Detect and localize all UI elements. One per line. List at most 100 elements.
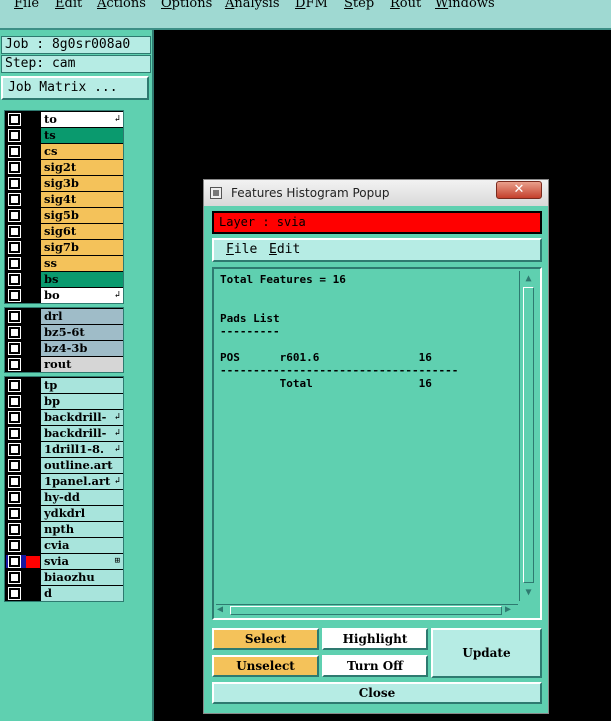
layer-row[interactable]: sig7b xyxy=(5,240,123,255)
layer-checkbox[interactable] xyxy=(8,145,21,158)
layer-checkbox[interactable] xyxy=(8,379,21,392)
turn-off-button[interactable]: Turn Off xyxy=(322,655,428,677)
layer-row[interactable]: rout xyxy=(5,357,123,372)
menu-actions[interactable]: Actions xyxy=(97,0,146,11)
layer-color-swatch[interactable] xyxy=(26,146,40,158)
layer-color-swatch[interactable] xyxy=(26,311,40,323)
layer-row[interactable]: drl xyxy=(5,309,123,324)
menu-analysis[interactable]: Analysis xyxy=(225,0,280,11)
layer-checkbox[interactable] xyxy=(8,310,21,323)
menu-edit[interactable]: Edit xyxy=(55,0,82,11)
layer-row[interactable]: tp xyxy=(5,378,123,393)
layer-color-swatch[interactable] xyxy=(26,476,40,488)
layer-color-swatch[interactable] xyxy=(26,572,40,584)
layer-name[interactable]: drl xyxy=(41,309,123,324)
layer-color-swatch[interactable] xyxy=(26,327,40,339)
layer-name[interactable]: tp xyxy=(41,378,123,393)
layer-checkbox[interactable] xyxy=(8,289,21,302)
layer-color-swatch[interactable] xyxy=(26,556,40,568)
popup-menu-edit[interactable]: Edit xyxy=(269,242,300,257)
layer-checkbox[interactable] xyxy=(8,523,21,536)
layer-name[interactable]: ss xyxy=(41,256,123,271)
layer-checkbox[interactable] xyxy=(8,443,21,456)
vertical-scroll-thumb[interactable] xyxy=(523,287,534,583)
layer-name[interactable]: bz4-3b xyxy=(41,341,123,356)
layer-checkbox[interactable] xyxy=(8,539,21,552)
layer-color-swatch[interactable] xyxy=(26,290,40,302)
layer-checkbox[interactable] xyxy=(8,555,21,568)
layer-checkbox[interactable] xyxy=(8,571,21,584)
layer-row[interactable]: sig4t xyxy=(5,192,123,207)
layer-color-swatch[interactable] xyxy=(26,274,40,286)
menu-step[interactable]: Step xyxy=(344,0,374,11)
layer-color-swatch[interactable] xyxy=(26,396,40,408)
layer-name[interactable]: bz5-6t xyxy=(41,325,123,340)
layer-name[interactable]: biaozhu xyxy=(41,570,123,585)
layer-row[interactable]: outline.art xyxy=(5,458,123,473)
layer-color-swatch[interactable] xyxy=(26,226,40,238)
highlight-button[interactable]: Highlight xyxy=(322,628,428,650)
layer-name[interactable]: ts xyxy=(41,128,123,143)
job-matrix-button[interactable]: Job Matrix ... xyxy=(1,76,149,100)
layer-checkbox[interactable] xyxy=(8,177,21,190)
layer-color-swatch[interactable] xyxy=(26,508,40,520)
layer-color-swatch[interactable] xyxy=(26,178,40,190)
layer-row[interactable]: npth xyxy=(5,522,123,537)
menu-dfm[interactable]: DFM xyxy=(295,0,328,11)
layer-row[interactable]: sig3b xyxy=(5,176,123,191)
layer-color-swatch[interactable] xyxy=(26,380,40,392)
layer-name[interactable]: outline.art xyxy=(41,458,123,473)
layer-row[interactable]: backdrill- ↲ xyxy=(5,410,123,425)
layer-row[interactable]: bz4-3b xyxy=(5,341,123,356)
layer-checkbox[interactable] xyxy=(8,161,21,174)
layer-name[interactable]: ydkdrl xyxy=(41,506,123,521)
layer-color-swatch[interactable] xyxy=(26,210,40,222)
layer-color-swatch[interactable] xyxy=(26,114,40,126)
layer-color-swatch[interactable] xyxy=(26,194,40,206)
layer-name[interactable]: npth xyxy=(41,522,123,537)
layer-checkbox[interactable] xyxy=(8,273,21,286)
popup-titlebar[interactable]: Features Histogram Popup ✕ xyxy=(204,180,548,206)
layer-row[interactable]: d xyxy=(5,586,123,601)
layer-name[interactable]: cvia xyxy=(41,538,123,553)
layer-checkbox[interactable] xyxy=(8,507,21,520)
layer-checkbox[interactable] xyxy=(8,241,21,254)
layer-row[interactable]: biaozhu xyxy=(5,570,123,585)
layer-checkbox[interactable] xyxy=(8,427,21,440)
layer-checkbox[interactable] xyxy=(8,113,21,126)
unselect-button[interactable]: Unselect xyxy=(212,655,319,677)
layer-name[interactable]: sig2t xyxy=(41,160,123,175)
scroll-up-arrow-icon[interactable]: ▲ xyxy=(522,272,535,285)
layer-checkbox[interactable] xyxy=(8,587,21,600)
layer-color-swatch[interactable] xyxy=(26,428,40,440)
layer-row[interactable]: svia ⊞ xyxy=(5,554,123,569)
layer-name[interactable]: bs xyxy=(41,272,123,287)
layer-row[interactable]: sig5b xyxy=(5,208,123,223)
layer-checkbox[interactable] xyxy=(8,358,21,371)
layer-name[interactable]: svia xyxy=(41,554,123,569)
layer-checkbox[interactable] xyxy=(8,193,21,206)
layer-color-swatch[interactable] xyxy=(26,130,40,142)
layer-name[interactable]: 1panel.art xyxy=(41,474,123,489)
layer-color-swatch[interactable] xyxy=(26,524,40,536)
layer-checkbox[interactable] xyxy=(8,326,21,339)
layer-name[interactable]: 1drill1-8. xyxy=(41,442,123,457)
layer-name[interactable]: sig6t xyxy=(41,224,123,239)
layer-color-swatch[interactable] xyxy=(26,343,40,355)
menu-file[interactable]: File xyxy=(14,0,39,11)
histogram-text-area[interactable]: Total Features = 16 Pads List --------- … xyxy=(212,267,542,620)
layer-name[interactable]: bo xyxy=(41,288,123,303)
layer-color-swatch[interactable] xyxy=(26,359,40,371)
layer-row[interactable]: bp xyxy=(5,394,123,409)
layer-checkbox[interactable] xyxy=(8,209,21,222)
layer-row[interactable]: sig6t xyxy=(5,224,123,239)
layer-row[interactable]: bz5-6t xyxy=(5,325,123,340)
horizontal-scrollbar[interactable]: ◀ ▶ xyxy=(216,604,518,616)
vertical-scrollbar[interactable]: ▲ ▼ xyxy=(519,271,536,601)
layer-name[interactable]: to xyxy=(41,112,123,127)
layer-row[interactable]: ss xyxy=(5,256,123,271)
layer-name[interactable]: sig4t xyxy=(41,192,123,207)
layer-checkbox[interactable] xyxy=(8,411,21,424)
layer-name[interactable]: hy-dd xyxy=(41,490,123,505)
layer-color-swatch[interactable] xyxy=(26,444,40,456)
